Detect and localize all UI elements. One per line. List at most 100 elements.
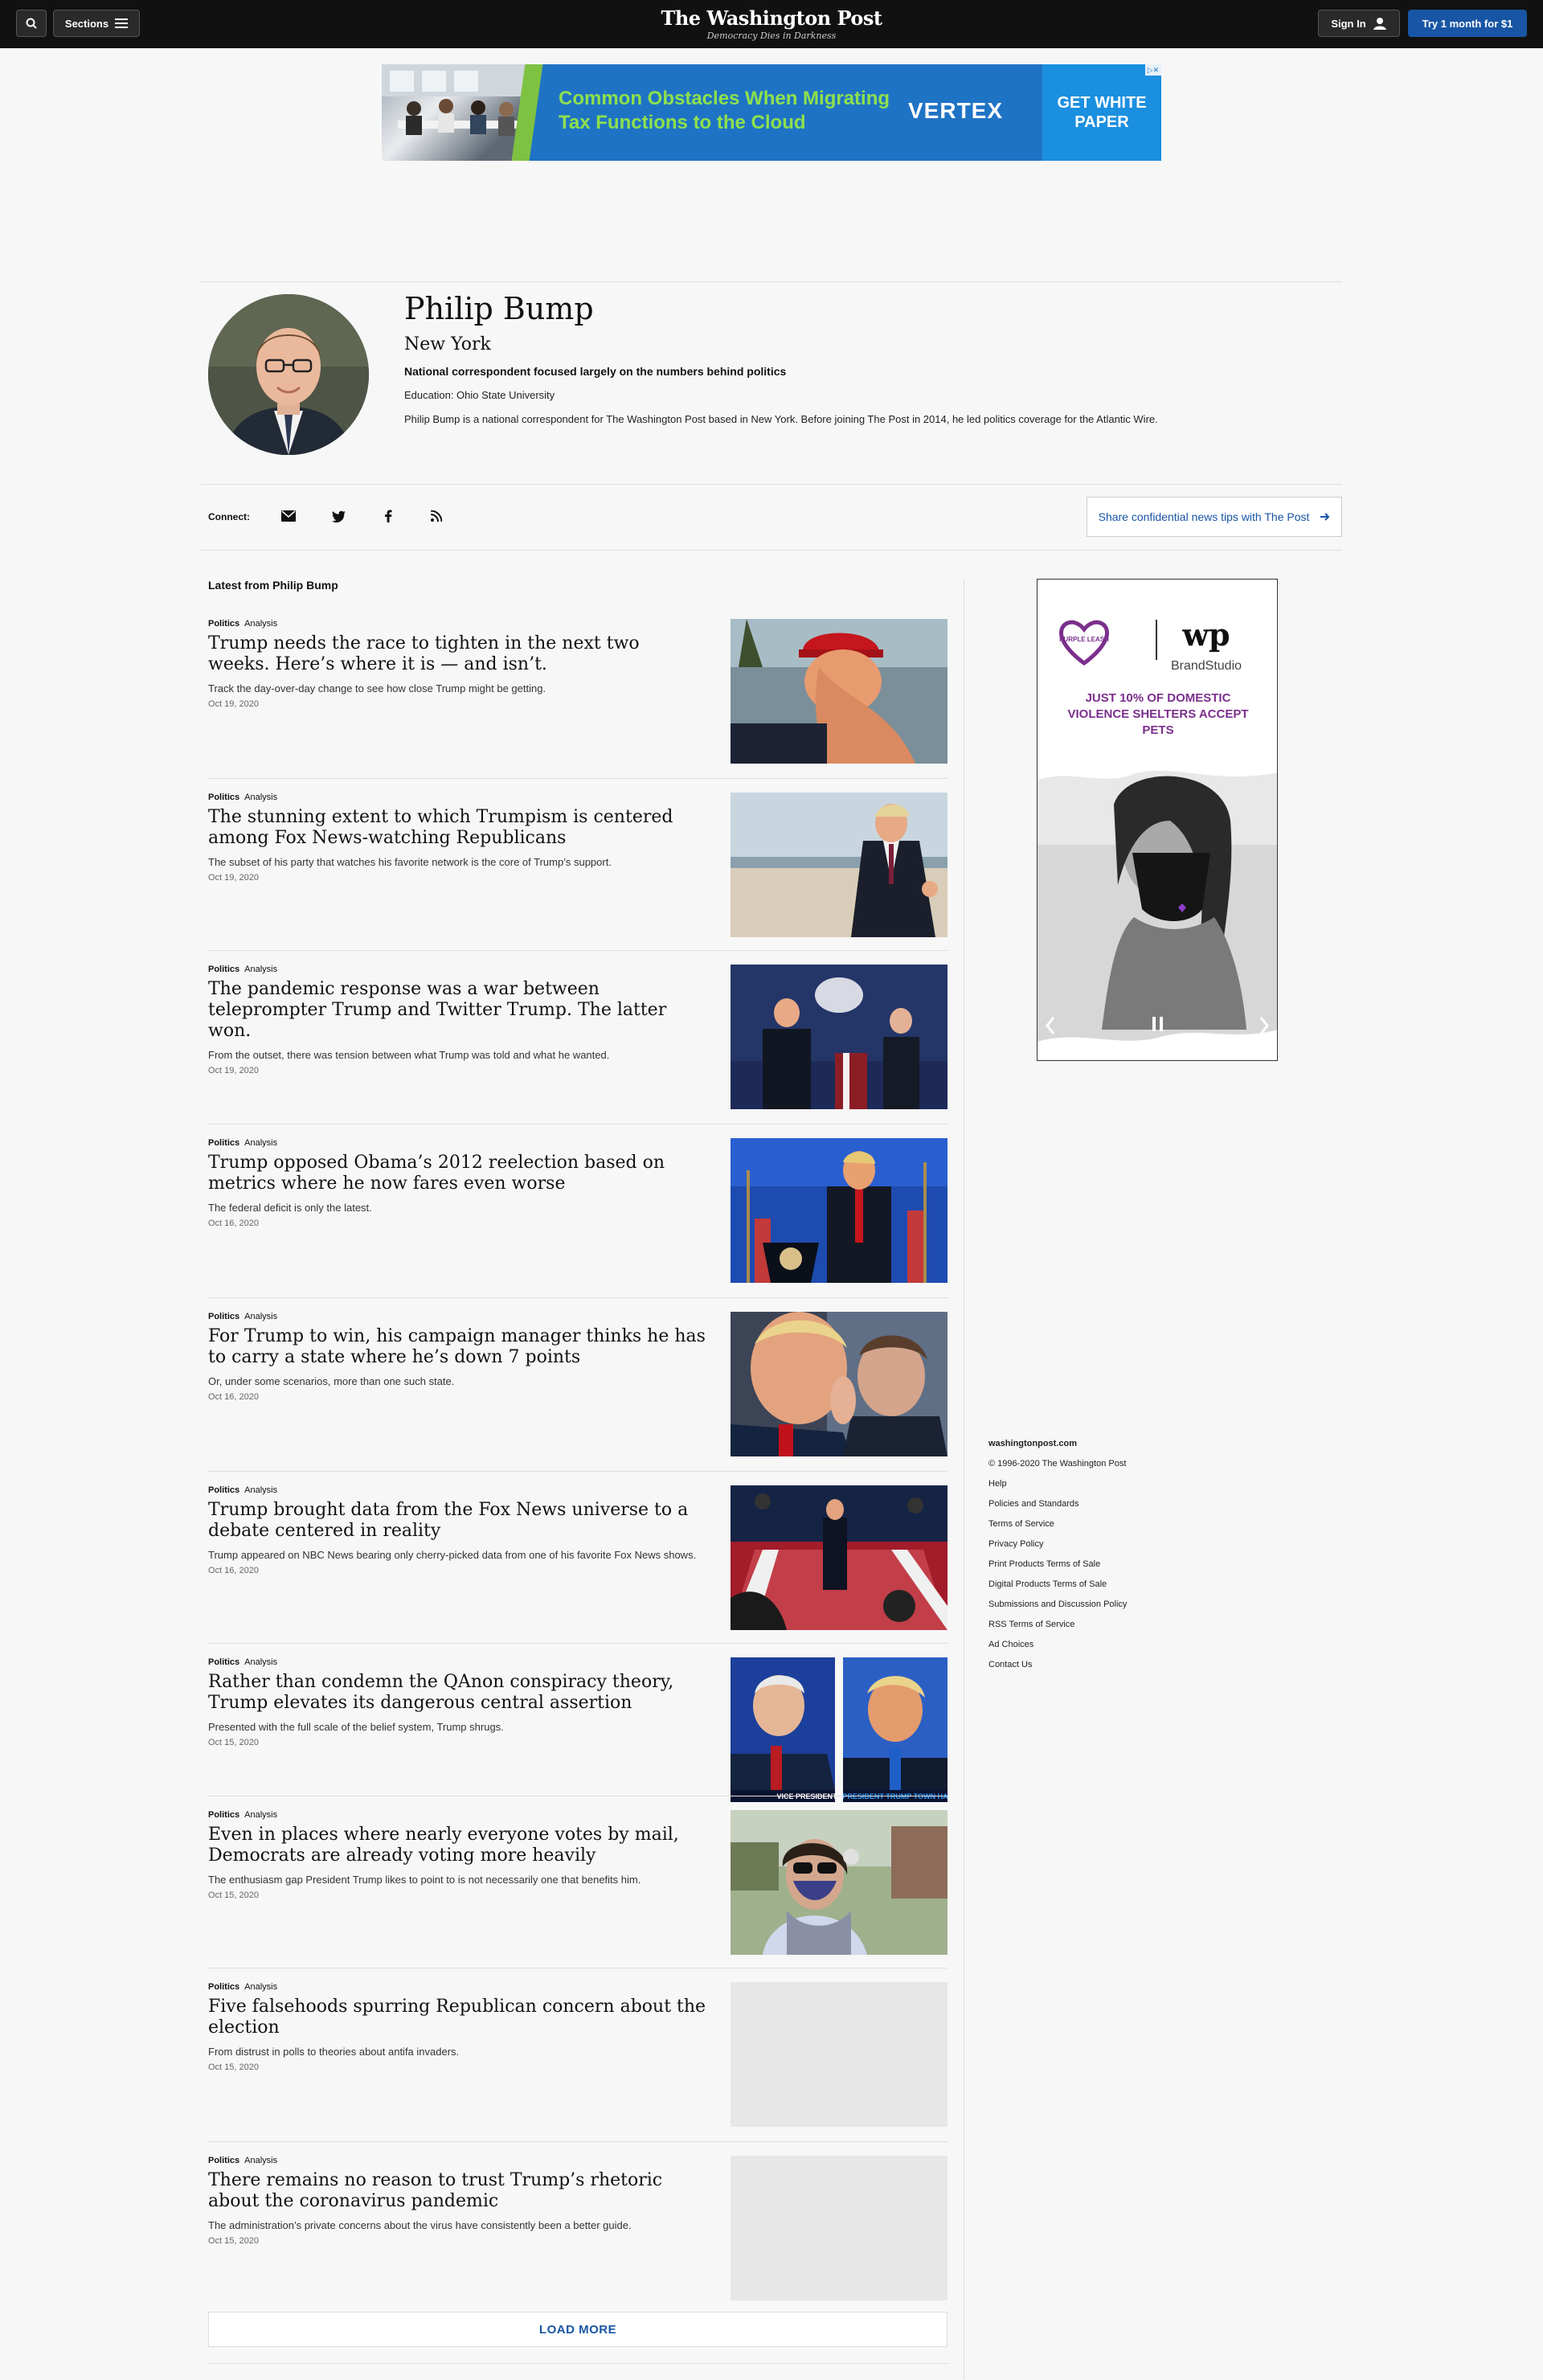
story-section-link[interactable]: Politics (208, 619, 239, 629)
story-thumbnail[interactable] (731, 1982, 947, 2127)
story-headline[interactable]: Five falsehoods spurring Republican conc… (208, 1997, 706, 2038)
search-button[interactable] (16, 10, 47, 37)
story-blurb: The federal deficit is only the latest. (208, 1202, 372, 1214)
story-item[interactable]: Politics Analysis Trump needs the race to … (208, 619, 947, 779)
story-label: Analysis (244, 965, 278, 974)
story-section-link[interactable]: Politics (208, 2156, 239, 2165)
story-section-link[interactable]: Politics (208, 1982, 239, 1992)
ad-headline: Common Obstacles When Migrating Tax Func… (559, 88, 890, 133)
side-ad-message: JUST 10% OF DOMESTIC VIOLENCE SHELTERS A… (1067, 691, 1249, 737)
footer-copyright: © 1996-2020 The Washington Post (988, 1459, 1127, 1469)
advertisement-banner[interactable]: Common Obstacles When Migrating Tax Func… (382, 64, 1161, 161)
story-blurb: Presented with the full scale of the bel… (208, 1721, 504, 1733)
twitter-link[interactable] (329, 506, 348, 526)
sign-in-button[interactable]: Sign In (1318, 10, 1400, 37)
footer-link[interactable]: Ad Choices (988, 1635, 1230, 1655)
rss-link[interactable] (427, 506, 446, 526)
story-divider (208, 1643, 947, 1644)
twitter-icon (331, 510, 346, 522)
story-headline[interactable]: Even in places where nearly everyone vot… (208, 1825, 706, 1866)
story-headline[interactable]: Trump opposed Obama’s 2012 reelection ba… (208, 1153, 706, 1194)
email-link[interactable] (279, 506, 298, 526)
author-role: National correspondent focused largely o… (404, 365, 787, 378)
story-headline[interactable]: Trump brought data from the Fox News uni… (208, 1500, 706, 1542)
story-label: Analysis (244, 1485, 278, 1495)
story-item[interactable]: Politics Analysis The stunning extent to w… (208, 793, 947, 951)
story-headline[interactable]: There remains no reason to trust Trump’s… (208, 2170, 706, 2212)
story-headline[interactable]: Trump needs the race to tighten in the n… (208, 633, 706, 675)
footer-link[interactable]: Submissions and Discussion Policy (988, 1595, 1230, 1615)
footer-link[interactable]: Print Products Terms of Sale (988, 1555, 1230, 1575)
story-headline[interactable]: Rather than condemn the QAnon conspiracy… (208, 1672, 706, 1714)
footer-link[interactable]: RSS Terms of Service (988, 1615, 1230, 1635)
news-tips-button[interactable]: Share confidential news tips with The Po… (1087, 497, 1342, 537)
story-item[interactable]: Politics Analysis Rather than condemn the … (208, 1657, 947, 1802)
story-item[interactable]: Politics Analysis For Trump to win, his ca… (208, 1312, 947, 1472)
story-section-link[interactable]: Politics (208, 1485, 239, 1495)
story-headline[interactable]: For Trump to win, his campaign manager t… (208, 1326, 706, 1368)
email-icon (281, 510, 296, 522)
story-thumbnail[interactable] (731, 1138, 947, 1283)
story-thumbnail[interactable] (731, 1485, 947, 1630)
story-thumbnail[interactable] (731, 793, 947, 937)
story-blurb: From distrust in polls to theories about… (208, 2046, 460, 2058)
ad-office-photo (382, 64, 526, 161)
divider (201, 550, 1342, 551)
story-item[interactable]: Politics Analysis Five falsehoods spurring… (208, 1982, 947, 2142)
author-location: New York (404, 334, 491, 354)
footer-link[interactable]: Digital Products Terms of Sale (988, 1575, 1230, 1595)
subscribe-button[interactable]: Try 1 month for $1 (1408, 10, 1527, 37)
story-thumbnail[interactable] (731, 2156, 947, 2300)
footer-site-name[interactable]: washingtonpost.com (988, 1434, 1230, 1454)
story-section-link[interactable]: Politics (208, 793, 239, 802)
ad-cta-button[interactable]: GET WHITE PAPER (1042, 64, 1161, 161)
rss-icon (431, 510, 442, 522)
footer-link[interactable]: Help (988, 1474, 1230, 1494)
footer-link[interactable]: Contact Us (988, 1655, 1230, 1675)
story-blurb: The administration’s private concerns ab… (208, 2219, 632, 2231)
story-section-link[interactable]: Politics (208, 1138, 239, 1148)
story-item[interactable]: Politics Analysis The pandemic response wa… (208, 965, 947, 1124)
story-label: Analysis (244, 793, 278, 802)
author-avatar (208, 294, 369, 455)
footer: washingtonpost.com © 1996-2020 The Washi… (988, 1434, 1230, 1675)
latest-heading: Latest from Philip Bump (208, 579, 338, 592)
footer-link[interactable]: Policies and Standards (988, 1494, 1230, 1514)
story-section-link[interactable]: Politics (208, 1312, 239, 1321)
story-thumbnail[interactable] (731, 1312, 947, 1456)
sign-in-label: Sign In (1331, 17, 1366, 30)
sections-button[interactable]: Sections (53, 10, 140, 37)
sidebar-advertisement[interactable]: PURPLE LEASH wp BrandStudio JUST 10% OF … (1037, 579, 1278, 1061)
story-item[interactable]: Politics Analysis Trump brought data from … (208, 1485, 947, 1644)
story-label: Analysis (244, 1312, 278, 1321)
ad-choices-icon[interactable]: ▷✕ (1145, 64, 1161, 76)
story-headline[interactable]: The stunning extent to which Trumpism is… (208, 807, 706, 849)
side-ad-sponsor: PURPLE LEASH (1059, 636, 1109, 643)
user-icon (1373, 18, 1386, 30)
story-thumbnail[interactable]: VICE PRESIDENT PRESIDENT TRUMP TOWN HA (731, 1657, 947, 1802)
facebook-link[interactable] (379, 506, 398, 526)
masthead-logo[interactable]: The Washington Post (611, 6, 932, 31)
story-item[interactable]: Politics Analysis Even in places where nea… (208, 1810, 947, 1968)
story-section-link[interactable]: Politics (208, 1810, 239, 1820)
footer-link[interactable]: Privacy Policy (988, 1534, 1230, 1555)
masthead[interactable]: The Washington Post Democracy Dies in Da… (611, 6, 932, 42)
story-item[interactable]: Politics Analysis There remains no reason … (208, 2156, 947, 2300)
load-more-button[interactable]: LOAD MORE (208, 2312, 947, 2347)
story-section-link[interactable]: Politics (208, 965, 239, 974)
story-item[interactable]: Politics Analysis Trump opposed Obama’s 20… (208, 1138, 947, 1298)
hamburger-menu-icon (115, 18, 129, 28)
connect-label: Connect: (208, 511, 250, 522)
author-bio: Philip Bump is a national correspondent … (404, 413, 1158, 425)
story-blurb: Track the day-over-day change to see how… (208, 682, 546, 694)
story-thumbnail[interactable] (731, 1810, 947, 1955)
footer-link[interactable]: Terms of Service (988, 1514, 1230, 1534)
masthead-tagline: Democracy Dies in Darkness (706, 31, 837, 41)
divider (208, 2363, 947, 2364)
story-divider (208, 950, 947, 951)
story-thumbnail[interactable] (731, 965, 947, 1109)
story-thumbnail[interactable] (731, 619, 947, 764)
story-headline[interactable]: The pandemic response was a war between … (208, 979, 706, 1042)
story-label: Analysis (244, 1138, 278, 1148)
story-section-link[interactable]: Politics (208, 1657, 239, 1667)
